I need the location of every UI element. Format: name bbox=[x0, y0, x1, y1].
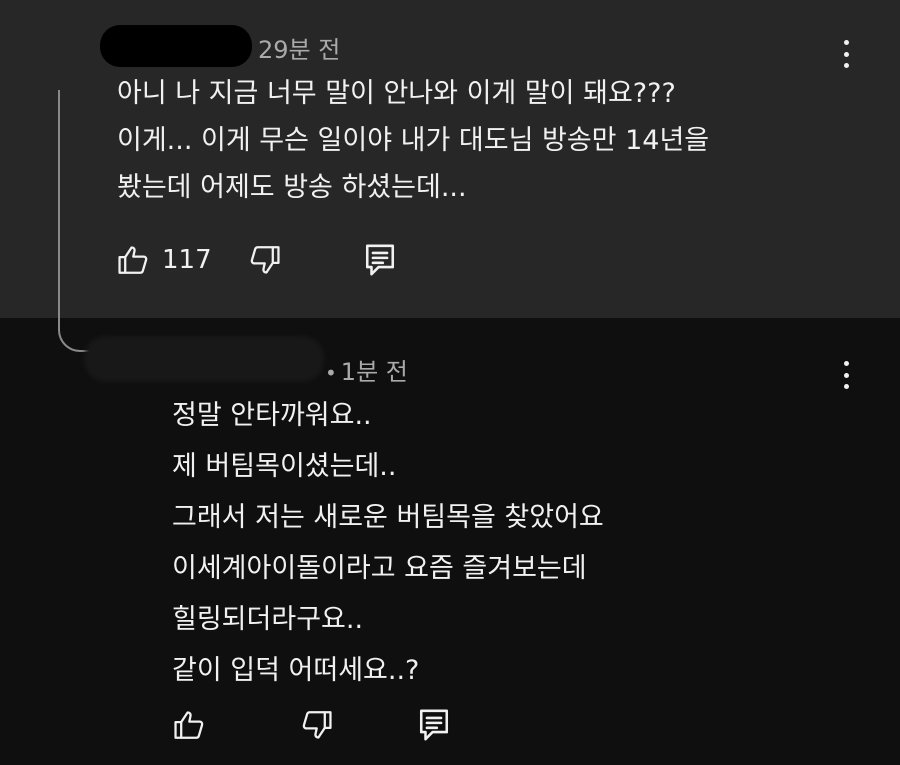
redacted-username bbox=[100, 25, 252, 67]
more-options-icon[interactable] bbox=[838, 34, 854, 74]
dislike-icon bbox=[302, 711, 332, 739]
reply-button[interactable] bbox=[364, 243, 396, 277]
timestamp-text: 1분 전 bbox=[340, 358, 408, 386]
timestamp-text: 29분 전 bbox=[258, 36, 341, 64]
comment-timestamp: 29분 전 bbox=[258, 30, 340, 65]
dislike-button[interactable] bbox=[248, 243, 282, 277]
comment-line: 그래서 저는 새로운 버팀목을 찾았어요 bbox=[172, 502, 604, 533]
like-icon bbox=[118, 246, 148, 274]
reply-icon bbox=[419, 709, 449, 741]
like-button[interactable] bbox=[116, 243, 150, 277]
comment-thread: 29분 전 아니 나 지금 너무 말이 안나와 이게 말이 돼요??? 이게..… bbox=[0, 0, 900, 765]
redacted-username bbox=[84, 336, 324, 382]
comment-line: 같이 입덕 어떠세요..? bbox=[172, 655, 420, 686]
thread-connector-line bbox=[58, 90, 90, 352]
comment-line: 아니 나 지금 너무 말이 안나와 이게 말이 돼요??? bbox=[117, 78, 676, 109]
more-options-icon[interactable] bbox=[838, 355, 854, 395]
comment-text: 아니 나 지금 너무 말이 안나와 이게 말이 돼요??? 이게... 이게 무… bbox=[117, 70, 709, 211]
like-button[interactable] bbox=[172, 708, 206, 742]
comment-line: 이게... 이게 무슨 일이야 내가 대도님 방송만 14년을 bbox=[117, 125, 710, 156]
reply-icon bbox=[365, 244, 394, 276]
comment-actions: 117 bbox=[116, 243, 396, 277]
like-count: 117 bbox=[162, 245, 212, 275]
like-icon bbox=[174, 711, 204, 739]
comment-line: 이세계아이돌이라고 요즘 즐겨보는데 bbox=[172, 553, 587, 584]
comment-timestamp: • 1분 전 bbox=[325, 352, 408, 387]
separator-dot: • bbox=[325, 361, 337, 385]
dislike-button[interactable] bbox=[300, 708, 334, 742]
reply-button[interactable] bbox=[418, 708, 450, 742]
comment-line: 정말 안타까워요.. bbox=[172, 400, 372, 431]
comment-text: 정말 안타까워요.. 제 버팀목이셨는데.. 그래서 저는 새로운 버팀목을 찾… bbox=[172, 390, 604, 696]
dislike-icon bbox=[250, 246, 280, 274]
comment-line: 제 버팀목이셨는데.. bbox=[172, 451, 397, 482]
comment-line: 힐링되더라구요.. bbox=[172, 604, 364, 635]
comment-actions bbox=[172, 708, 450, 742]
comment-line: 봤는데 어제도 방송 하셨는데... bbox=[117, 172, 467, 203]
